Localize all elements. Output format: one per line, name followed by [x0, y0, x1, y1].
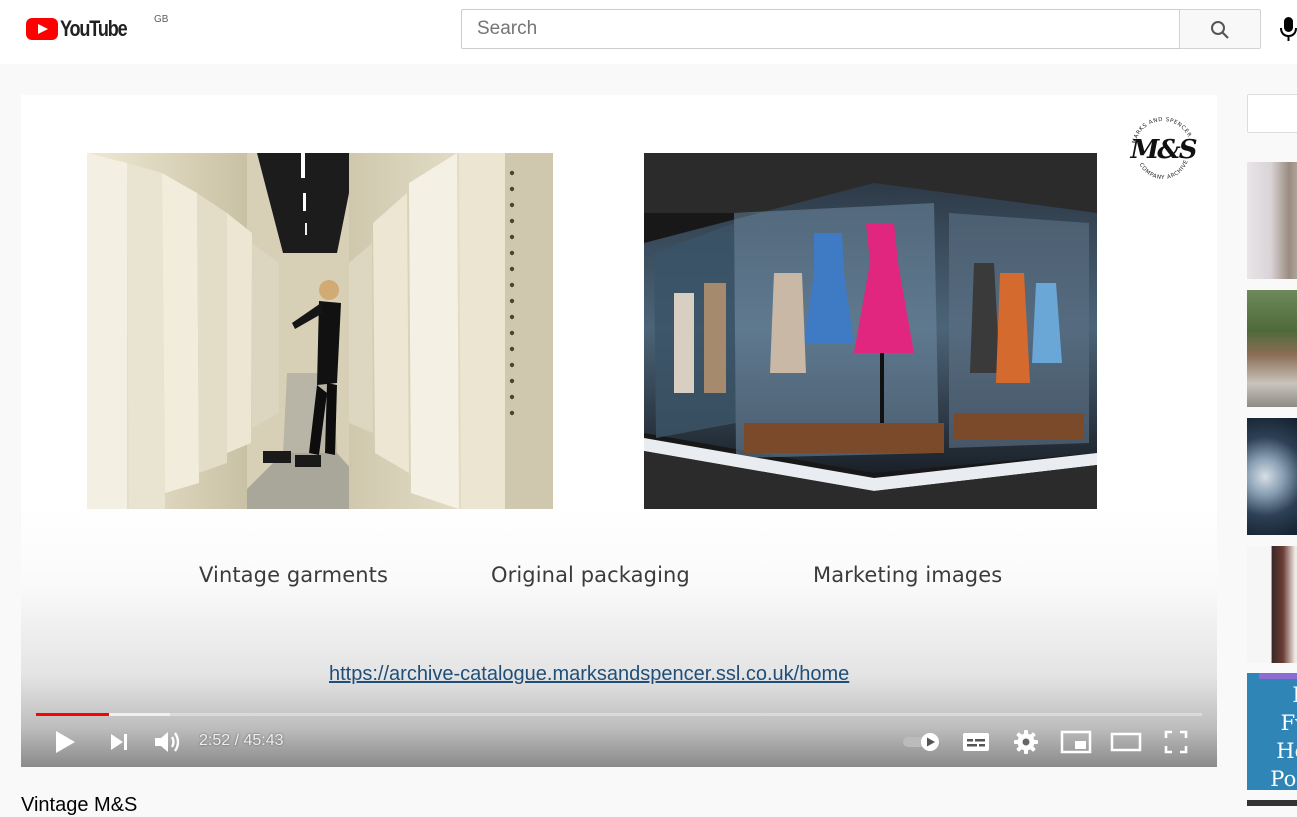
caption-marketing-images: Marketing images: [813, 563, 1003, 587]
sidebar-thumbnail[interactable]: [1247, 162, 1297, 279]
youtube-play-icon: [26, 18, 58, 40]
photo-vintage-garments: [87, 153, 553, 509]
volume-icon: [155, 732, 180, 752]
play-icon: [56, 731, 75, 753]
sidebar-thumbnail[interactable]: [1247, 546, 1297, 663]
next-icon: [111, 734, 127, 750]
theater-mode-icon: [1110, 732, 1142, 752]
autoplay-toggle[interactable]: [901, 728, 941, 756]
ms-archive-logo: MARKS AND SPENCER COMPANY ARCHIVE M&S: [1129, 117, 1198, 181]
search-input[interactable]: [462, 10, 1180, 48]
fullscreen-icon: [1164, 730, 1188, 754]
subtitles-button[interactable]: [961, 728, 991, 756]
youtube-logo[interactable]: YouTube GB: [26, 14, 168, 41]
caption-vintage-garments: Vintage garments: [199, 563, 389, 587]
sidebar-thumbnail[interactable]: [1247, 418, 1297, 535]
settings-button[interactable]: [1011, 728, 1041, 756]
caption-original-packaging: Original packaging: [491, 563, 690, 587]
slide-archive-link: https://archive-catalogue.marksandspence…: [329, 663, 850, 685]
play-button[interactable]: [51, 728, 79, 756]
sidebar-thumbnail[interactable]: [1247, 800, 1297, 806]
search-box: [461, 9, 1180, 49]
sidebar-thumbnail[interactable]: F Fv He Pos: [1247, 673, 1297, 790]
theater-mode-button[interactable]: [1109, 728, 1143, 756]
search-icon: [1211, 21, 1229, 39]
thumbnail-text: F Fv He Pos: [1270, 683, 1297, 790]
time-display: 2:52 / 45:43: [199, 732, 284, 749]
miniplayer-button[interactable]: [1059, 728, 1093, 756]
video-player[interactable]: MARKS AND SPENCER COMPANY ARCHIVE M&S Vi…: [21, 95, 1217, 767]
fullscreen-button[interactable]: [1163, 728, 1189, 756]
photo-original-packaging: [644, 153, 1097, 509]
autoplay-icon: [903, 733, 939, 751]
logo-text: YouTube: [60, 16, 128, 41]
subtitles-icon: [963, 733, 989, 751]
miniplayer-icon: [1060, 730, 1092, 754]
volume-button[interactable]: [153, 728, 183, 756]
voice-search-button[interactable]: [1280, 17, 1297, 46]
country-code: GB: [154, 14, 169, 25]
microphone-icon: [1280, 17, 1297, 41]
search-button[interactable]: [1179, 9, 1261, 49]
sidebar-thumbnail[interactable]: [1247, 290, 1297, 407]
thumbnail-strip: [1259, 673, 1297, 679]
progress-bar[interactable]: [36, 713, 1202, 716]
sidebar-chip[interactable]: [1247, 94, 1297, 133]
gear-icon: [1014, 730, 1038, 754]
next-button[interactable]: [107, 728, 131, 756]
logo-letters: M&S: [1129, 135, 1196, 165]
masthead: YouTube GB: [0, 0, 1297, 64]
progress-played: [36, 713, 110, 716]
